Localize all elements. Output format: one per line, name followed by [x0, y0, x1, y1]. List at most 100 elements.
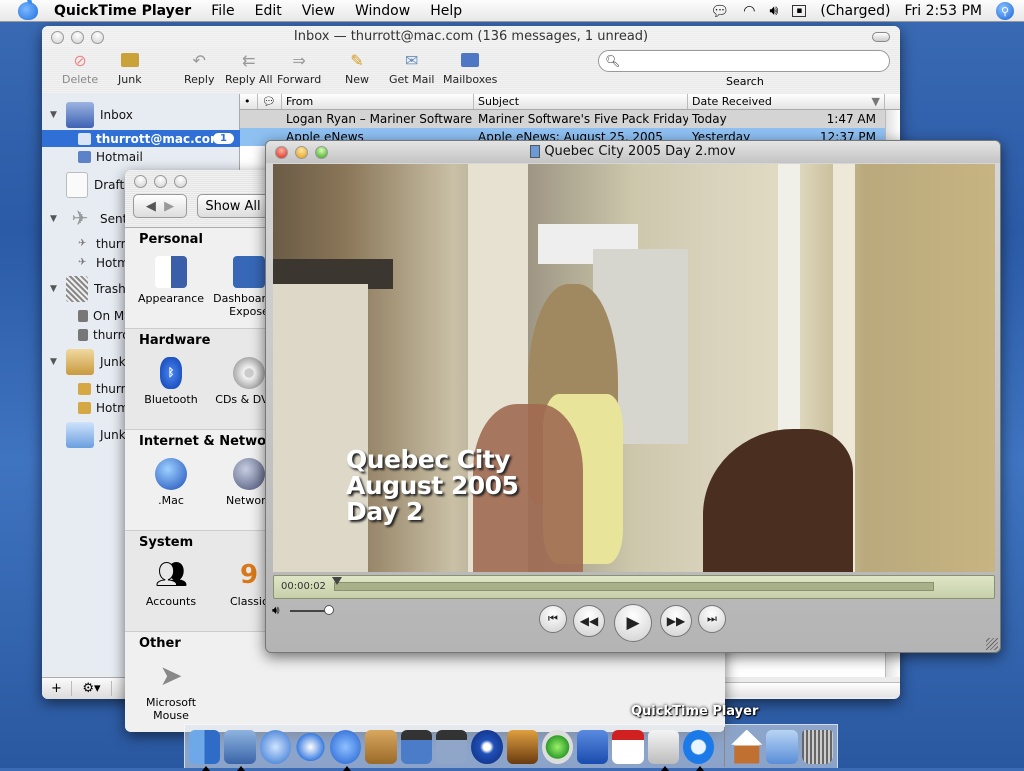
mailboxes-label: Mailboxes [443, 73, 498, 86]
reply-all-button[interactable]: ⇇ Reply All [225, 50, 273, 87]
search-input[interactable] [598, 50, 890, 72]
dock-address-book[interactable] [365, 729, 397, 764]
toolbar-toggle-button[interactable] [872, 32, 890, 42]
dock-dvd-player[interactable] [471, 729, 503, 764]
rewind-button[interactable]: ◀◀ [573, 605, 605, 637]
close-button[interactable] [275, 146, 288, 159]
fast-forward-button[interactable]: ▶▶ [660, 605, 692, 637]
minimize-button[interactable] [295, 146, 308, 159]
ichat-status-icon[interactable]: 💬︎ [710, 2, 729, 20]
disclosure-triangle-icon[interactable]: ▼ [50, 284, 60, 294]
sidebar-item-inbox[interactable]: ▼ Inbox [42, 100, 240, 130]
menu-app-name[interactable]: QuickTime Player [54, 3, 191, 19]
pref-mac[interactable]: .Mac [133, 458, 209, 507]
mailboxes-button[interactable]: Mailboxes [443, 50, 497, 86]
dock-system-preferences[interactable] [647, 729, 679, 771]
zoom-button[interactable] [91, 31, 104, 44]
dock-trash[interactable] [801, 729, 833, 764]
delete-button[interactable]: ⊘ Delete [62, 50, 98, 87]
forward-arrow-icon[interactable]: ▶ [164, 199, 174, 214]
menu-window[interactable]: Window [355, 3, 410, 19]
dock-itunes[interactable] [541, 729, 574, 764]
section-title: Personal [139, 232, 203, 247]
apple-menu-icon[interactable] [18, 0, 38, 20]
back-forward-buttons[interactable]: ◀ ▶ [133, 194, 187, 218]
message-row[interactable]: Logan Ryan – Mariner Software Mariner So… [240, 110, 900, 128]
action-menu-button[interactable]: ⚙▾ [72, 681, 112, 696]
go-to-start-button[interactable]: ⏮ [539, 605, 567, 633]
forward-button[interactable]: ⇒ Forward [277, 50, 321, 87]
reply-button[interactable]: ↶ Reply [184, 50, 215, 87]
status-column-header[interactable]: 💬︎ [258, 94, 282, 109]
dock-safari[interactable] [259, 729, 291, 764]
dock-word[interactable] [577, 729, 609, 764]
new-message-button[interactable]: ✎ New [345, 50, 369, 87]
menu-file[interactable]: File [211, 3, 234, 19]
from-column-header[interactable]: From [282, 94, 474, 109]
dashboard-expose-icon [233, 256, 265, 288]
section-title: Other [139, 636, 181, 651]
zoom-button[interactable] [174, 175, 187, 188]
pref-bluetooth[interactable]: ᛒ Bluetooth [133, 357, 209, 406]
mail-toolbar: ⊘ Delete Junk ↶ Reply ⇇ Reply All ⇒ Forward … [42, 48, 900, 94]
add-mailbox-button[interactable]: + [42, 681, 72, 696]
pref-microsoft-mouse[interactable]: ➤ Microsoft Mouse [133, 660, 209, 723]
close-button[interactable] [134, 175, 147, 188]
video-frame[interactable]: Quebec City August 2005 Day 2 [273, 164, 995, 572]
playhead[interactable] [332, 577, 342, 585]
sidebar-item-inbox-hotmail[interactable]: Hotmail [42, 148, 240, 166]
spotlight-icon[interactable]: ⚲ [996, 2, 1014, 20]
menu-view[interactable]: View [302, 3, 335, 19]
disclosure-triangle-icon[interactable]: ▼ [50, 214, 60, 224]
minimize-button[interactable] [154, 175, 167, 188]
caption-line: August 2005 [346, 471, 519, 500]
mail-titlebar[interactable]: Inbox — thurrott@mac.com (136 messages, … [42, 26, 900, 48]
minimize-button[interactable] [71, 31, 84, 44]
date-column-header[interactable]: Date Received ▼ [688, 94, 885, 109]
wifi-icon[interactable]: ◠ [743, 3, 755, 19]
unread-column-header[interactable]: • [240, 94, 258, 109]
reply-label: Reply [184, 73, 215, 86]
dock-imovie[interactable] [400, 729, 432, 764]
get-mail-button[interactable]: ✉ Get Mail [389, 50, 434, 87]
dock-applications[interactable] [766, 729, 798, 764]
show-all-button[interactable]: Show All [197, 194, 269, 218]
clock[interactable]: Fri 2:53 PM [904, 3, 982, 19]
menu-help[interactable]: Help [430, 3, 462, 19]
dock-image-capture[interactable] [506, 729, 538, 764]
dock-ical[interactable] [612, 729, 644, 764]
go-to-end-button[interactable]: ⏭ [698, 605, 726, 633]
battery-status[interactable]: (Charged) [820, 3, 890, 19]
pref-label: Microsoft Mouse [145, 696, 197, 722]
close-button[interactable] [51, 31, 64, 44]
subject-column-header[interactable]: Subject [474, 94, 688, 109]
battery-icon[interactable]: ▪ [792, 5, 807, 17]
dock-sherlock[interactable] [294, 729, 327, 764]
dock-quicktime-player[interactable] [682, 729, 715, 771]
dock-ichat[interactable] [330, 729, 362, 771]
volume-slider-knob[interactable] [324, 605, 334, 615]
message-subject: Mariner Software's Five Pack Friday [478, 112, 688, 126]
disclosure-triangle-icon[interactable]: ▼ [50, 110, 60, 120]
pref-accounts[interactable]: 👥︎ Accounts [133, 559, 209, 608]
disclosure-triangle-icon[interactable]: ▼ [50, 357, 60, 367]
resize-handle[interactable] [986, 638, 998, 650]
pref-label: Bluetooth [144, 393, 198, 406]
junk-button[interactable]: Junk [118, 50, 142, 86]
volume-icon[interactable]: 🔊︎ [769, 3, 778, 19]
movie-file-icon [530, 145, 541, 158]
play-button[interactable]: ▶ [614, 604, 652, 642]
dock-mail[interactable] [224, 729, 256, 771]
sidebar-item-inbox-mac[interactable]: thurrott@mac.com 1 [42, 130, 240, 147]
zoom-button[interactable] [315, 146, 328, 159]
pref-appearance[interactable]: Appearance [133, 256, 209, 305]
dock-finder[interactable] [189, 729, 221, 771]
quicktime-titlebar[interactable]: Quebec City 2005 Day 2.mov [266, 141, 1000, 163]
back-arrow-icon[interactable]: ◀ [146, 199, 156, 214]
scrubber-track[interactable] [334, 582, 934, 591]
mail-window-title: Inbox — thurrott@mac.com (136 messages, … [293, 29, 649, 44]
trash-icon [66, 276, 88, 302]
menu-edit[interactable]: Edit [255, 3, 282, 19]
dock-home[interactable] [731, 729, 763, 764]
dock-iphoto[interactable] [435, 729, 468, 764]
